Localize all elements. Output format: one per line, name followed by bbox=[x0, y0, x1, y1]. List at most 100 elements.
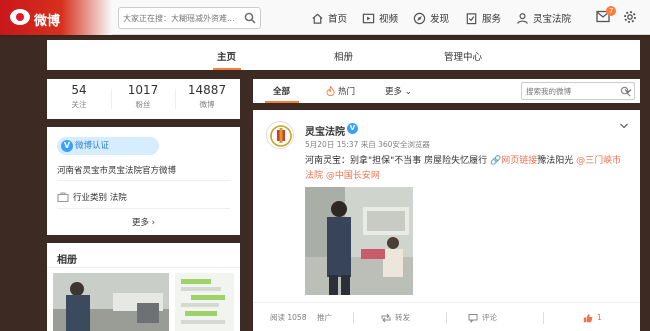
active-tab-indicator bbox=[213, 68, 241, 70]
feed-tab-hot-label: 热门 bbox=[338, 87, 356, 97]
verification-label: 微博认证 bbox=[75, 141, 110, 151]
nav-profile[interactable]: 灵宝法院 bbox=[516, 10, 571, 26]
stat-following-count: 54 bbox=[71, 83, 87, 97]
profile-tab-bar: 主页 相册 管理中心 bbox=[47, 40, 640, 70]
verification-badge[interactable]: V 微博认证 bbox=[57, 137, 159, 155]
post-text-main: 河南灵宝：别拿"担保"不当事 房屋险失忆履行 bbox=[305, 156, 491, 166]
active-feed-tab-indicator bbox=[265, 101, 299, 103]
stat-followers[interactable]: 1017 粉丝 bbox=[111, 83, 175, 110]
court-emblem-icon bbox=[268, 123, 293, 148]
stat-followers-label: 粉丝 bbox=[135, 100, 151, 109]
profile-info-card: V 微博认证 河南省灵宝市灵宝法院官方微博 行业类别 法院 更多 › bbox=[47, 127, 240, 235]
nav-home-label: 首页 bbox=[328, 14, 348, 25]
user-icon bbox=[517, 12, 528, 24]
divider bbox=[57, 180, 230, 181]
mention-link[interactable]: @中国长安网 bbox=[326, 171, 380, 181]
nav-discover-label: 发现 bbox=[430, 14, 450, 25]
stat-posts-label: 微博 bbox=[199, 100, 215, 109]
web-link[interactable]: 🔗网页链接 bbox=[490, 156, 537, 166]
read-count: 阅读 1058 bbox=[270, 313, 307, 322]
verified-v-icon: V bbox=[347, 123, 358, 134]
profile-stats: 54 关注 1017 粉丝 14887 微博 bbox=[47, 79, 240, 119]
search-icon[interactable] bbox=[244, 12, 256, 24]
forward-button[interactable]: 转发 bbox=[381, 303, 410, 331]
chevron-down-icon[interactable] bbox=[619, 121, 629, 131]
weibo-post: 灵宝法院 V 5月20日 15:37 来自 360安全浏览器 河南灵宝：别拿"担… bbox=[253, 110, 640, 331]
album-photo[interactable] bbox=[175, 273, 234, 331]
avatar[interactable] bbox=[266, 121, 294, 149]
nav-service-label: 服务 bbox=[482, 14, 502, 25]
forward-label: 转发 bbox=[395, 313, 410, 322]
feed-tab-all[interactable]: 全部 bbox=[273, 85, 290, 97]
tab-album[interactable]: 相册 bbox=[334, 49, 353, 63]
stat-posts-count: 14887 bbox=[187, 83, 227, 97]
feed-filter-bar: 全部 热门 更多 ⌄ bbox=[253, 79, 640, 103]
divider bbox=[353, 312, 354, 324]
global-search-box bbox=[118, 7, 261, 29]
comment-button[interactable]: 评论 bbox=[468, 303, 497, 331]
web-link-label: 网页链接 bbox=[501, 156, 538, 166]
nav-video-label: 视频 bbox=[379, 14, 399, 25]
post-photo bbox=[305, 187, 413, 295]
post-image[interactable] bbox=[305, 187, 413, 295]
post-action-bar: 阅读 1058 推广 转发 评论 1 bbox=[253, 302, 640, 331]
video-icon bbox=[362, 13, 375, 23]
link-icon: 🔗 bbox=[490, 156, 502, 166]
album-title: 相册 bbox=[57, 255, 77, 266]
stat-posts[interactable]: 14887 微博 bbox=[175, 83, 239, 110]
album-photo[interactable] bbox=[53, 273, 169, 331]
post-meta: 5月20日 15:37 来自 360安全浏览器 bbox=[305, 140, 430, 149]
flame-icon bbox=[326, 86, 335, 96]
tab-management[interactable]: 管理中心 bbox=[444, 49, 482, 63]
stat-followers-count: 1017 bbox=[127, 83, 159, 97]
nav-home[interactable]: 首页 bbox=[311, 10, 347, 26]
chevron-down-icon: ⌄ bbox=[404, 87, 412, 97]
feed-tab-more-label: 更多 bbox=[385, 87, 403, 97]
comment-icon bbox=[468, 313, 478, 323]
chevron-right-icon: › bbox=[151, 218, 156, 228]
gear-icon[interactable] bbox=[623, 10, 637, 24]
profile-description: 河南省灵宝市灵宝法院官方微博 bbox=[57, 166, 177, 176]
logo-text: 微博 bbox=[34, 14, 61, 29]
service-icon bbox=[466, 12, 477, 24]
post-text-after: 豫法阳光 bbox=[537, 156, 577, 166]
feed-tab-hot[interactable]: 热门 bbox=[326, 85, 355, 97]
nav-profile-label: 灵宝法院 bbox=[533, 14, 572, 25]
discover-icon bbox=[413, 12, 426, 24]
briefcase-icon bbox=[57, 192, 69, 203]
post-author-name[interactable]: 灵宝法院 bbox=[305, 123, 345, 138]
feed-search-input[interactable] bbox=[526, 85, 616, 97]
global-search-input[interactable] bbox=[123, 10, 238, 26]
album-card: 相册 bbox=[47, 243, 240, 331]
like-count: 1 bbox=[597, 313, 602, 322]
top-navigation-bar: 微博 首页 视频 发现 服务 灵宝法院 7 bbox=[0, 0, 650, 35]
divider bbox=[47, 267, 240, 268]
thumbs-up-icon bbox=[583, 313, 593, 322]
tab-home[interactable]: 主页 bbox=[217, 49, 236, 63]
verified-v-icon: V bbox=[61, 140, 73, 152]
more-info-label: 更多 bbox=[131, 218, 149, 228]
like-button[interactable]: 1 bbox=[583, 303, 602, 331]
forward-icon bbox=[381, 313, 391, 322]
promote-button[interactable]: 推广 bbox=[317, 303, 332, 331]
album-photo-image bbox=[175, 273, 234, 331]
comment-label: 评论 bbox=[482, 313, 497, 322]
stat-following[interactable]: 54 关注 bbox=[47, 83, 111, 110]
more-info-link[interactable]: 更多 › bbox=[47, 216, 240, 228]
feed-search-box bbox=[521, 82, 635, 100]
weibo-eye-icon bbox=[10, 9, 30, 25]
dropdown-arrow-icon[interactable] bbox=[624, 87, 632, 95]
industry-text: 行业类别 法院 bbox=[73, 193, 127, 203]
divider bbox=[543, 312, 544, 324]
home-icon bbox=[312, 13, 323, 24]
divider bbox=[446, 312, 447, 324]
feed-tab-more[interactable]: 更多 ⌄ bbox=[385, 85, 412, 97]
nav-discover[interactable]: 发现 bbox=[413, 10, 449, 26]
divider bbox=[57, 208, 230, 209]
message-count-badge: 7 bbox=[606, 6, 617, 16]
nav-service[interactable]: 服务 bbox=[465, 10, 501, 26]
weibo-logo[interactable]: 微博 bbox=[0, 0, 112, 35]
album-photo-image bbox=[53, 273, 169, 331]
industry-row: 行业类别 法院 bbox=[57, 191, 127, 203]
nav-video[interactable]: 视频 bbox=[362, 10, 398, 26]
